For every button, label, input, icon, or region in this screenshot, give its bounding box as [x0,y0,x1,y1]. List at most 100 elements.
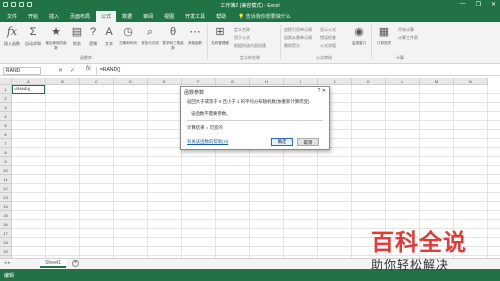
financial-button[interactable]: ▤ 财务 [70,25,84,47]
minimize-button[interactable]: — [460,1,466,8]
gridline [12,219,500,220]
gridline [12,165,500,166]
row-header[interactable]: 3 [0,103,12,112]
calculate-now-button[interactable]: 开始计算 [398,27,414,33]
row-header[interactable]: 1 [0,85,12,94]
datetime-button[interactable]: ◷ 日期和时间 [118,25,138,46]
autosum-button[interactable]: Σ 自动求和 [23,25,43,47]
tab-page-layout[interactable]: 页面布局 [65,11,95,22]
column-header[interactable]: N [454,78,488,85]
watermark-subtitle: 助你轻松解决 [371,258,450,272]
ok-button[interactable]: 确定 [271,138,293,146]
enter-formula-icon[interactable]: ✓ [70,67,75,74]
row-header[interactable]: 2 [0,94,12,103]
row-header[interactable]: 10 [0,166,12,175]
more-functions-button[interactable]: ⋯ 其他函数 [186,25,204,46]
tab-developer[interactable]: 开发工具 [180,11,210,22]
remove-arrows-button[interactable]: 删除箭头 [284,43,300,49]
tab-review[interactable]: 审阅 [138,11,158,22]
row-header[interactable]: 7 [0,139,12,148]
clock-icon: ◷ [123,26,133,38]
column-header[interactable]: M [420,78,454,85]
row-header[interactable]: 12 [0,184,12,193]
trace-dependents-button[interactable]: 追踪从属单元格 [284,35,312,41]
column-header[interactable]: C [80,78,114,85]
row-header[interactable]: 4 [0,112,12,121]
tab-home[interactable]: 开始 [23,11,43,22]
text-button[interactable]: A 文本 [102,25,116,47]
name-manager-button[interactable]: ⊞ 名称管理器 [210,25,230,46]
tell-me-search[interactable]: 💡 告诉我你想要做什么 [238,13,291,22]
row-header[interactable]: 8 [0,148,12,157]
math-button[interactable]: θ 数学和三角函数 [162,25,184,51]
tab-data[interactable]: 数据 [117,11,137,22]
column-header[interactable]: H [250,78,284,85]
column-header[interactable]: A [12,78,46,85]
function-description: 返回大于或等于 0 且小于 1 的平均分布随机数(依重新计算而变) [187,99,310,104]
row-header[interactable]: 13 [0,193,12,202]
row-header[interactable]: 6 [0,130,12,139]
evaluate-formula-button[interactable]: 公式求值 [320,43,336,49]
tab-file[interactable]: 文件 [2,11,22,22]
add-sheet-button[interactable]: + [72,260,79,267]
insert-function-button[interactable]: fx 插入函数 [3,25,21,47]
watch-window-button[interactable]: ◉ 监视窗口 [350,25,368,46]
tab-formulas[interactable]: 公式 [96,11,117,22]
show-formulas-button[interactable]: 显示公式 [320,27,336,33]
formula-input[interactable]: =RAND() [96,67,496,75]
trace-precedents-button[interactable]: 追踪引用单元格 [284,27,312,33]
row-header[interactable]: 11 [0,175,12,184]
row-header[interactable]: 9 [0,157,12,166]
tab-insert[interactable]: 插入 [44,11,64,22]
column-header[interactable]: G [216,78,250,85]
close-button[interactable]: ✕ [491,1,496,8]
column-header[interactable]: B [46,78,80,85]
watermark: 百科全说 助你轻松解决 [371,223,491,273]
lookup-label: 查找与引用 [141,41,159,45]
gridline [12,210,500,211]
restore-button[interactable]: ❐ [476,1,481,8]
use-in-formula-button[interactable]: 用于公式 [234,35,250,41]
insert-function-icon[interactable]: fx [86,66,91,72]
book-icon: ▤ [71,26,83,38]
error-check-button[interactable]: 错误检查 [320,35,336,41]
tab-help[interactable]: 帮助 [211,11,231,22]
cell-a1[interactable]: =RAND() [12,85,45,94]
column-header[interactable]: J [318,78,352,85]
lookup-button[interactable]: ⌕ 查找与引用 [140,25,160,46]
name-box[interactable]: RAND [3,67,41,75]
column-header[interactable]: D [114,78,148,85]
dialog-help-close-icons[interactable]: ? ✕ [318,88,326,94]
name-manager-label: 名称管理器 [211,41,229,45]
row-header[interactable]: 15 [0,211,12,220]
sheet-nav-arrows[interactable]: ◂ ▸ [4,260,10,266]
row-header[interactable]: 14 [0,202,12,211]
sheet-tab-sheet1[interactable]: Sheet1 [40,259,66,268]
separator [207,25,208,59]
row-header[interactable]: 5 [0,121,12,130]
theta-icon: θ [169,26,177,38]
insert-function-label: 插入函数 [4,41,20,46]
create-from-selection-button[interactable]: 根据所选内容创建 [234,43,266,49]
cancel-button[interactable]: 取消 [297,138,319,146]
column-header[interactable]: F [182,78,216,85]
calculate-sheet-button[interactable]: 计算工作表 [398,35,418,41]
recent-functions-button[interactable]: ★ 最近使用的函数 [44,25,68,51]
calc-options-button[interactable]: ▦ 计算选项 [374,25,394,46]
tab-view[interactable]: 视图 [159,11,179,22]
column-header[interactable]: I [284,78,318,85]
select-all-corner[interactable] [0,78,12,85]
row-header[interactable]: 19 [0,247,12,256]
row-header[interactable]: 18 [0,238,12,247]
column-header[interactable]: K [352,78,386,85]
group-names-label: 定义的名称 [240,55,260,60]
logical-button[interactable]: ? 逻辑 [86,25,100,47]
function-help-link[interactable]: 有关该函数的帮助(H) [187,139,228,145]
row-header[interactable]: 17 [0,229,12,238]
watch-label: 监视窗口 [352,41,366,45]
row-header[interactable]: 16 [0,220,12,229]
cancel-formula-icon[interactable]: ✕ [58,67,63,74]
column-header[interactable]: E [148,78,182,85]
column-header[interactable]: L [386,78,420,85]
define-name-button[interactable]: 定义名称 [234,27,250,33]
